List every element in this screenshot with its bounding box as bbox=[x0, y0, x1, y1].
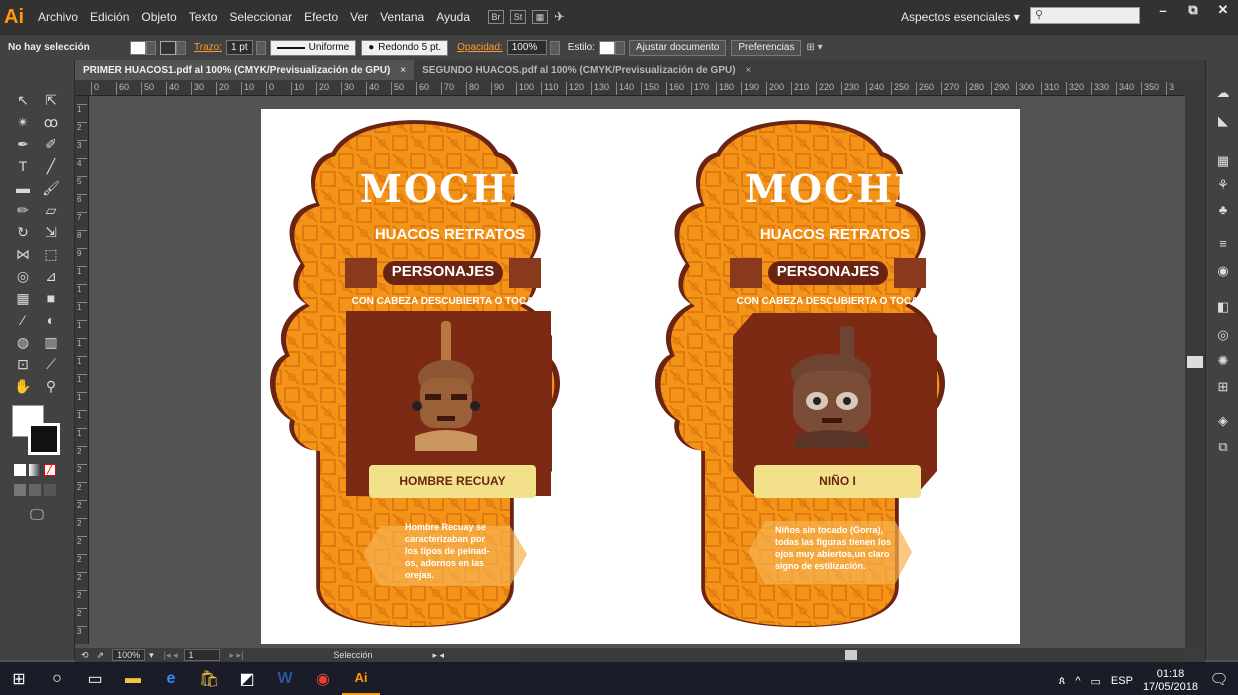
status-arrows-icon[interactable]: ▸ ◂ bbox=[432, 650, 444, 661]
card-subtitle: HUACOS RETRATOS bbox=[759, 226, 911, 243]
battery-icon[interactable]: ▭ bbox=[1091, 675, 1101, 688]
zoom-level[interactable]: 100% bbox=[112, 649, 146, 661]
sticky-app-icon[interactable]: ◩ bbox=[228, 662, 266, 695]
stroke-panel-icon[interactable]: ≡ bbox=[1214, 234, 1232, 252]
chrome-icon[interactable]: ◉ bbox=[304, 662, 342, 695]
graphic-styles-icon[interactable]: ✺ bbox=[1214, 352, 1232, 370]
last-artboard-icon[interactable]: ▸ ▸| bbox=[230, 650, 244, 661]
file-explorer-icon[interactable]: ▬ bbox=[114, 662, 152, 695]
system-tray: ጰ ^ ▭ ESP 01:18 17/05/2018 bbox=[1059, 668, 1198, 694]
search-icon[interactable]: ○ bbox=[38, 662, 76, 695]
card-description: Niños sin tocado (Gorra), todas las figu… bbox=[775, 525, 892, 571]
people-icon[interactable]: ጰ bbox=[1059, 675, 1066, 688]
store-icon[interactable]: 🛍 bbox=[190, 662, 228, 695]
card-banner: PERSONAJES bbox=[776, 263, 880, 280]
artboards-icon[interactable]: ⧉ bbox=[1214, 438, 1232, 456]
word-icon[interactable]: W bbox=[266, 662, 304, 695]
layers-icon[interactable]: ◈ bbox=[1214, 412, 1232, 430]
illustrator-taskbar-icon[interactable]: Ai bbox=[342, 662, 380, 695]
current-tool-status: Selección bbox=[333, 650, 373, 660]
transform-icon[interactable]: ⊞ bbox=[1214, 378, 1232, 396]
zoom-dropdown[interactable]: ▾ bbox=[149, 650, 154, 661]
artboard-number[interactable]: 1 bbox=[183, 649, 220, 661]
card-title: MOCHE bbox=[359, 166, 541, 211]
libraries-icon[interactable]: ☁ bbox=[1214, 84, 1232, 102]
huaco-card-1-text: MOCHE HUACOS RETRATOS PERSONAJES CON CAB… bbox=[265, 116, 635, 626]
panel-dock: ☁ ◣ ▦ ⚘ ♣ ≡ ◉ ◧ ◎ ✺ ⊞ ◈ ⧉ bbox=[1205, 60, 1238, 660]
color-panel-icon[interactable]: ◉ bbox=[1214, 262, 1232, 280]
swatches-icon[interactable]: ▦ bbox=[1214, 152, 1232, 170]
huaco-card-2-text: MOCHE HUACOS RETRATOS PERSONAJES CON CAB… bbox=[650, 116, 1020, 626]
horizontal-scrollbar[interactable] bbox=[520, 648, 1185, 662]
clock[interactable]: 01:18 17/05/2018 bbox=[1143, 668, 1198, 694]
brushes-icon[interactable]: ⚘ bbox=[1214, 176, 1232, 194]
vertical-scrollbar[interactable] bbox=[1185, 80, 1205, 648]
first-artboard-icon[interactable]: |◂ ◂ bbox=[164, 650, 178, 661]
card-description: Hombre Recuay se caracterizaban por los … bbox=[405, 522, 490, 580]
card-name: NIÑO I bbox=[819, 474, 856, 488]
share-icon[interactable]: ⇗ bbox=[97, 650, 105, 661]
appearance-icon[interactable]: ◎ bbox=[1214, 326, 1232, 344]
rotate-view-icon[interactable]: ⟲ bbox=[81, 650, 89, 661]
notification-icon[interactable]: 🗨 bbox=[1208, 668, 1230, 690]
windows-start-icon[interactable]: ⊞ bbox=[0, 662, 38, 695]
card-tagline: CON CABEZA DESCUBIERTA O TOCADO bbox=[351, 296, 549, 307]
properties-icon[interactable]: ◣ bbox=[1214, 112, 1232, 130]
show-hidden-icon[interactable]: ^ bbox=[1075, 675, 1080, 687]
card-banner: PERSONAJES bbox=[391, 263, 495, 280]
card-tagline: CON CABEZA DESCUBIERTA O TOCADO bbox=[736, 296, 934, 307]
task-view-icon[interactable]: ▭ bbox=[76, 662, 114, 695]
symbols-icon[interactable]: ♣ bbox=[1214, 200, 1232, 218]
edge-browser-icon[interactable]: e bbox=[152, 662, 190, 695]
transparency-icon[interactable]: ◧ bbox=[1214, 298, 1232, 316]
scroll-thumb[interactable] bbox=[1187, 356, 1203, 368]
card-title: MOCHE bbox=[744, 166, 926, 211]
card-subtitle: HUACOS RETRATOS bbox=[374, 226, 526, 243]
taskbar: ⊞ ○ ▭ ▬ e 🛍 ◩ W ◉ Ai bbox=[0, 662, 1238, 695]
language-indicator[interactable]: ESP bbox=[1111, 675, 1133, 687]
card-name: HOMBRE RECUAY bbox=[399, 474, 506, 488]
scroll-thumb[interactable] bbox=[845, 650, 857, 660]
